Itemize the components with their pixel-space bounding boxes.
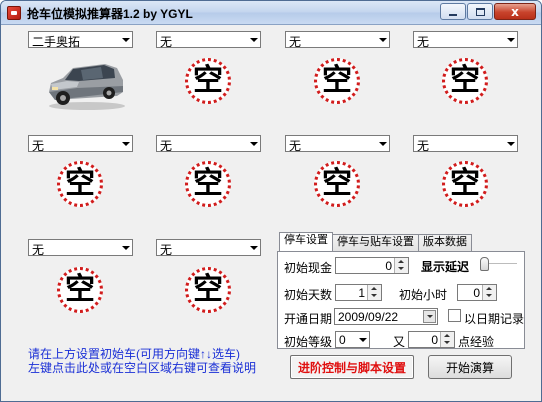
chevron-down-icon xyxy=(250,246,258,250)
chevron-down-icon xyxy=(122,38,130,42)
show-delay-label: 显示延迟 xyxy=(421,260,470,274)
slot-4-status: 空 xyxy=(450,63,480,98)
minimize-button[interactable] xyxy=(440,3,466,20)
maximize-button[interactable] xyxy=(467,3,493,20)
slot-8-select-value: 无 xyxy=(417,139,430,153)
spinner-arrows-icon[interactable] xyxy=(482,285,496,300)
slot-4-select-value: 无 xyxy=(417,35,430,49)
open-date-label: 开通日期 xyxy=(284,312,333,326)
initial-days-spinner[interactable]: 1 xyxy=(335,284,382,301)
tab-parking-settings[interactable]: 停车设置 xyxy=(279,232,333,251)
slot-6-select[interactable]: 无 xyxy=(156,135,261,153)
slot-3-status: 空 xyxy=(322,63,352,98)
slot-5-select[interactable]: 无 xyxy=(28,135,133,153)
chevron-down-icon xyxy=(250,142,258,146)
slot-2-select[interactable]: 无 xyxy=(156,31,261,49)
app-icon xyxy=(7,6,21,20)
chevron-down-icon xyxy=(122,142,130,146)
maximize-icon xyxy=(475,7,485,16)
slot-5-status: 空 xyxy=(65,166,95,201)
window-title: 抢车位模拟推算器1.2 by YGYL xyxy=(27,7,193,21)
by-date-record-label[interactable]: 以日期记录 xyxy=(464,310,524,327)
slot-8-status: 空 xyxy=(450,166,480,201)
initial-hours-label: 初始小时 xyxy=(399,288,448,302)
advanced-settings-label: 进阶控制与脚本设置 xyxy=(297,360,406,375)
close-button[interactable]: x xyxy=(494,3,536,20)
car-image xyxy=(49,64,125,110)
slot-6-empty-badge[interactable]: 空 xyxy=(185,161,231,207)
slot-9-empty-badge[interactable]: 空 xyxy=(57,267,103,313)
slot-3-select[interactable]: 无 xyxy=(285,31,390,49)
slot-10-status: 空 xyxy=(193,272,223,307)
slot-5-empty-badge[interactable]: 空 xyxy=(57,161,103,207)
slot-8-empty-badge[interactable]: 空 xyxy=(442,161,488,207)
chevron-down-icon xyxy=(379,38,387,42)
slot-9-status: 空 xyxy=(65,272,95,307)
show-delay-slider-track[interactable] xyxy=(489,263,517,265)
initial-cash-value: 0 xyxy=(385,259,392,273)
slot-2-empty-badge[interactable]: 空 xyxy=(185,58,231,104)
open-date-picker[interactable]: 2009/09/22 xyxy=(334,308,438,325)
initial-hours-spinner[interactable]: 0 xyxy=(457,284,497,301)
slot-2-select-value: 无 xyxy=(160,35,173,49)
initial-hours-value: 0 xyxy=(473,286,480,300)
slot-7-status: 空 xyxy=(322,166,352,201)
open-date-value: 2009/09/22 xyxy=(338,310,399,324)
slot-3-empty-badge[interactable]: 空 xyxy=(314,58,360,104)
initial-level-value: 0 xyxy=(339,333,346,347)
slot-4-empty-badge[interactable]: 空 xyxy=(442,58,488,104)
tab-version-data[interactable]: 版本数据 xyxy=(418,234,472,251)
slot-10-empty-badge[interactable]: 空 xyxy=(185,267,231,313)
window-controls: x xyxy=(440,3,536,20)
hint-line-2[interactable]: 左键点击此处或在空白区域右键可查看说明 xyxy=(28,359,256,376)
slot-6-select-value: 无 xyxy=(160,139,173,153)
chevron-down-icon xyxy=(507,38,515,42)
initial-days-value: 1 xyxy=(358,286,365,300)
slot-7-empty-badge[interactable]: 空 xyxy=(314,161,360,207)
slot-2-status: 空 xyxy=(193,63,223,98)
initial-days-label: 初始天数 xyxy=(284,288,333,302)
experience-label: 点经验 xyxy=(458,335,495,349)
settings-tabs: 停车设置 停车与贴车设置 版本数据 xyxy=(279,232,472,251)
slot-3-select-value: 无 xyxy=(289,35,302,49)
slot-4-select[interactable]: 无 xyxy=(413,31,518,49)
slot-1-select-value: 二手奥拓 xyxy=(32,35,81,49)
chevron-down-icon xyxy=(250,38,258,42)
start-calculation-button[interactable]: 开始演算 xyxy=(428,355,512,379)
experience-spinner[interactable]: 0 xyxy=(408,331,455,348)
experience-value: 0 xyxy=(431,333,438,347)
app-window: 抢车位模拟推算器1.2 by YGYL x 二手奥拓 无 无 无 空 空 空 无… xyxy=(0,0,542,402)
slot-7-select-value: 无 xyxy=(289,139,302,153)
chevron-down-icon xyxy=(122,246,130,250)
calendar-dropdown-icon[interactable] xyxy=(423,310,436,323)
slot-9-select-value: 无 xyxy=(32,243,45,257)
spinner-arrows-icon[interactable] xyxy=(394,258,408,273)
slot-7-select[interactable]: 无 xyxy=(285,135,390,153)
show-delay-slider-thumb[interactable] xyxy=(480,257,489,271)
initial-cash-spinner[interactable]: 0 xyxy=(335,257,409,274)
title-bar[interactable]: 抢车位模拟推算器1.2 by YGYL x xyxy=(1,1,541,25)
close-icon: x xyxy=(511,4,519,19)
minimize-icon xyxy=(449,13,457,16)
slot-10-select[interactable]: 无 xyxy=(156,239,261,257)
tab-parking-sticker-settings[interactable]: 停车与贴车设置 xyxy=(332,234,419,251)
slot-9-select[interactable]: 无 xyxy=(28,239,133,257)
and-label: 又 xyxy=(393,335,406,349)
slot-5-select-value: 无 xyxy=(32,139,45,153)
advanced-settings-button[interactable]: 进阶控制与脚本设置 xyxy=(290,355,414,379)
initial-cash-label: 初始现金 xyxy=(284,261,333,275)
spinner-arrows-icon[interactable] xyxy=(440,332,454,347)
chevron-down-icon xyxy=(507,142,515,146)
by-date-record-checkbox[interactable] xyxy=(448,309,461,322)
slot-8-select[interactable]: 无 xyxy=(413,135,518,153)
initial-level-label: 初始等级 xyxy=(284,335,333,349)
slot-1-select[interactable]: 二手奥拓 xyxy=(28,31,133,49)
chevron-down-icon xyxy=(359,338,367,342)
slot-10-select-value: 无 xyxy=(160,243,173,257)
initial-level-select[interactable]: 0 xyxy=(335,331,370,348)
spinner-arrows-icon[interactable] xyxy=(367,285,381,300)
chevron-down-icon xyxy=(379,142,387,146)
slot-6-status: 空 xyxy=(193,166,223,201)
